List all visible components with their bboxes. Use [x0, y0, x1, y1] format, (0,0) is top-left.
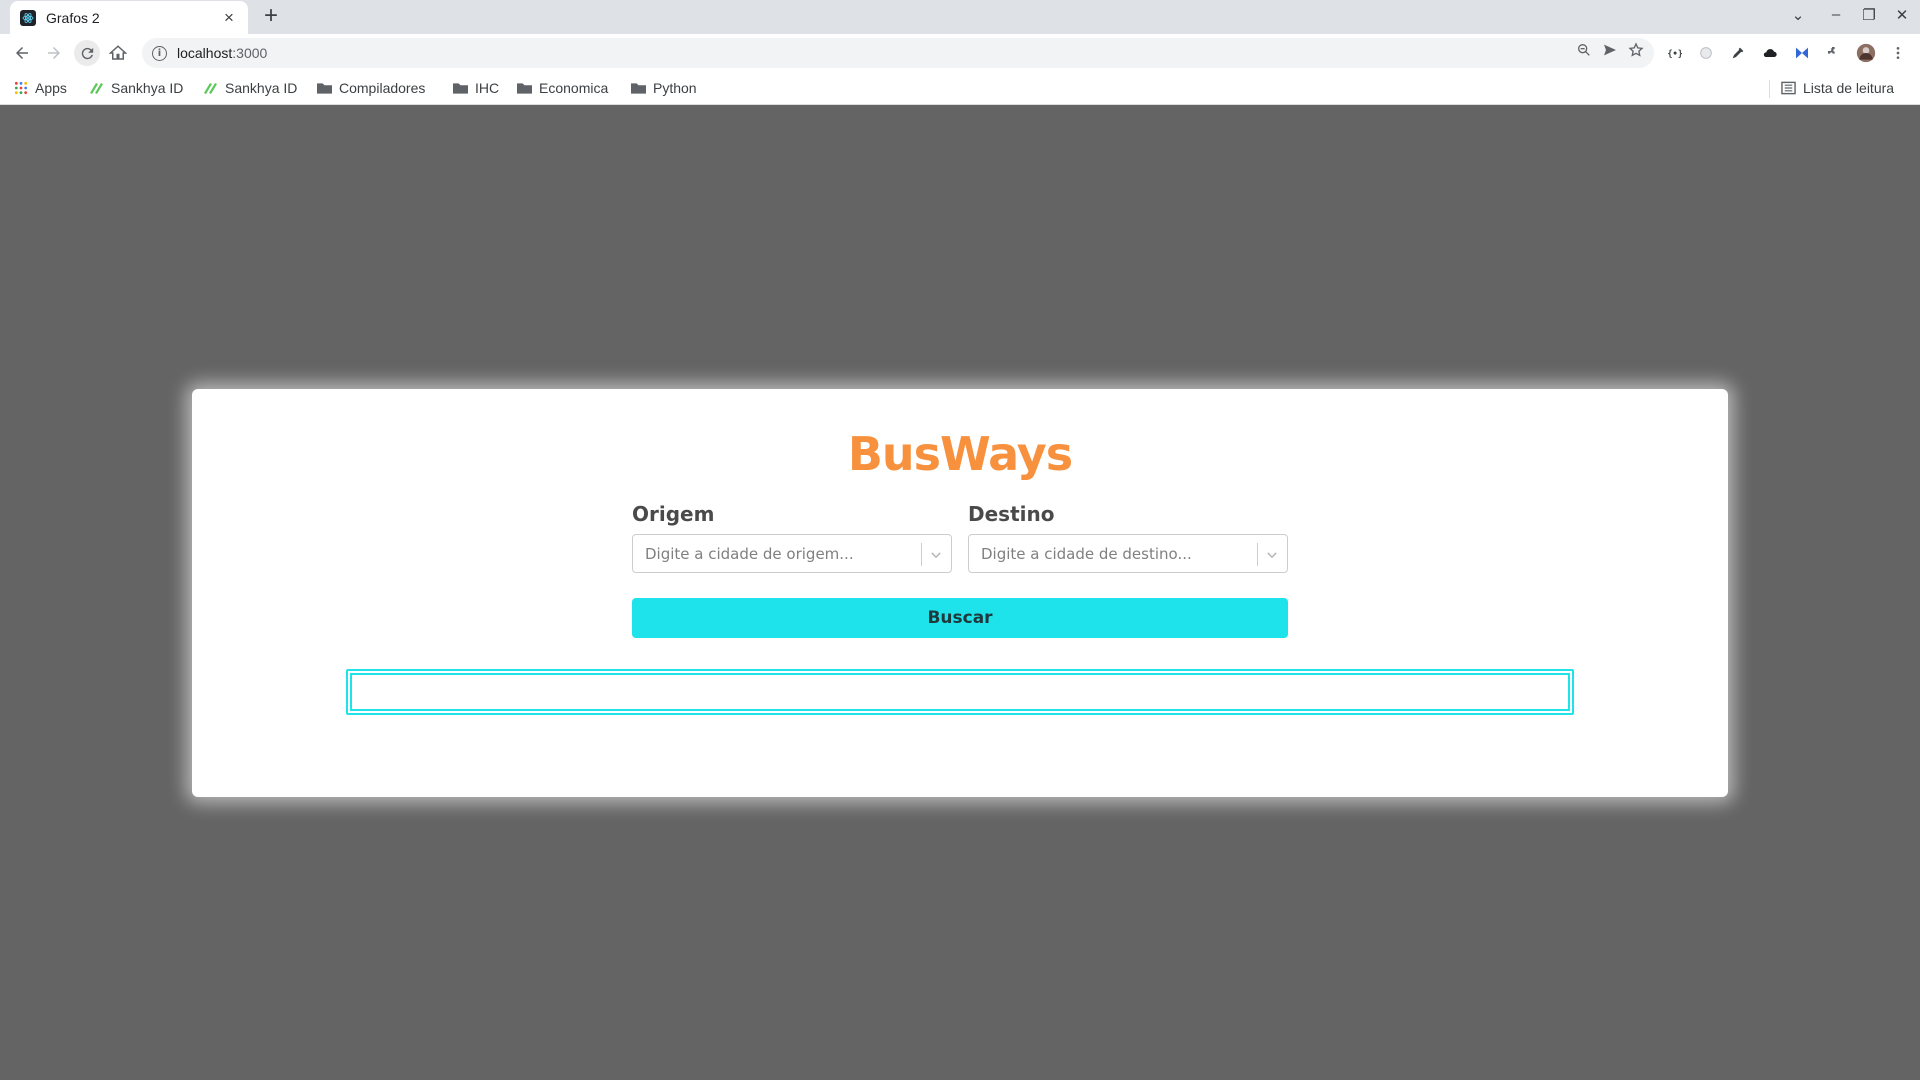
reload-icon[interactable] — [74, 40, 100, 66]
svg-text:{•}: {•} — [1667, 49, 1682, 59]
tab-strip: Grafos 2 × + ⌄ – ❐ ✕ — [0, 0, 1920, 34]
tab-search-icon[interactable]: ⌄ — [1788, 6, 1808, 24]
bookmark-folder-economica[interactable]: Economica — [517, 72, 608, 104]
bookmark-sankhya-2[interactable]: Sankhya ID — [202, 72, 297, 104]
extension-circle-icon[interactable] — [1696, 43, 1716, 63]
bookmarks-bar: Apps Sankhya ID Sankhya ID Compiladores … — [0, 72, 1920, 105]
bookmark-apps[interactable]: Apps — [14, 72, 67, 104]
bookmark-star-icon[interactable] — [1628, 42, 1644, 63]
cloud-icon[interactable] — [1760, 43, 1780, 63]
results-panel — [346, 669, 1574, 715]
bookmark-folder-ihc[interactable]: IHC — [453, 72, 499, 104]
reading-list-icon — [1781, 81, 1796, 95]
home-icon[interactable] — [106, 41, 130, 65]
send-icon[interactable] — [1602, 42, 1618, 63]
minimize-icon[interactable]: – — [1826, 6, 1846, 23]
origin-label: Origem — [632, 502, 715, 526]
bookmark-label: Economica — [539, 80, 609, 96]
chevron-down-icon[interactable] — [929, 548, 943, 562]
destination-label: Destino — [968, 502, 1055, 526]
site-info-icon[interactable]: i — [152, 45, 167, 61]
bookmark-label: Apps — [35, 80, 67, 96]
reading-list-label: Lista de leitura — [1803, 80, 1895, 96]
select-separator — [921, 543, 922, 566]
zoom-icon[interactable] — [1576, 42, 1592, 63]
origin-placeholder: Digite a cidade de origem... — [645, 545, 854, 563]
search-button[interactable]: Buscar — [632, 598, 1288, 638]
destination-placeholder: Digite a cidade de destino... — [981, 545, 1192, 563]
back-icon[interactable] — [10, 41, 34, 65]
browser-toolbar: i localhost:3000 {•} — [0, 34, 1920, 72]
folder-icon — [453, 82, 468, 94]
extension-butterfly-icon[interactable] — [1792, 43, 1812, 63]
bookmark-label: Compiladores — [339, 80, 426, 96]
bookmarks-divider — [1769, 80, 1770, 98]
folder-icon — [317, 82, 332, 94]
bookmark-label: Sankhya ID — [225, 80, 298, 96]
tab-close-icon[interactable]: × — [220, 8, 238, 28]
chrome-menu-icon[interactable] — [1888, 43, 1908, 63]
busways-logo: BusWays — [847, 427, 1073, 481]
address-bar[interactable]: i localhost:3000 — [142, 38, 1654, 68]
restore-icon[interactable]: ❐ — [1859, 6, 1879, 24]
bookmark-label: Python — [653, 80, 697, 96]
profile-avatar[interactable] — [1856, 43, 1876, 63]
folder-icon — [517, 82, 532, 94]
omnibox-actions — [1576, 42, 1644, 63]
extensions-puzzle-icon[interactable] — [1824, 43, 1844, 63]
folder-icon — [631, 82, 646, 94]
chevron-down-icon[interactable] — [1265, 548, 1279, 562]
eyedropper-icon[interactable] — [1728, 43, 1748, 63]
forward-icon[interactable] — [42, 41, 66, 65]
select-separator — [1257, 543, 1258, 566]
reading-list-button[interactable]: Lista de leitura — [1781, 72, 1894, 104]
sankhya-icon — [202, 81, 218, 95]
url-port: :3000 — [232, 45, 268, 61]
react-favicon-icon — [20, 9, 36, 26]
browser-tab[interactable]: Grafos 2 × — [10, 1, 248, 34]
bookmark-sankhya-1[interactable]: Sankhya ID — [88, 72, 183, 104]
new-tab-button[interactable]: + — [258, 4, 284, 30]
sankhya-icon — [88, 81, 104, 95]
destination-select[interactable]: Digite a cidade de destino... — [968, 534, 1288, 573]
bookmark-label: IHC — [475, 80, 500, 96]
bookmark-folder-compiladores[interactable]: Compiladores — [317, 72, 425, 104]
origin-select[interactable]: Digite a cidade de origem... — [632, 534, 952, 573]
tab-title: Grafos 2 — [46, 9, 100, 26]
search-card: BusWays Origem Digite a cidade de origem… — [192, 389, 1728, 797]
close-window-icon[interactable]: ✕ — [1892, 6, 1912, 24]
bookmark-label: Sankhya ID — [111, 80, 184, 96]
extension-braces-icon[interactable]: {•} — [1664, 43, 1684, 63]
bookmark-folder-python[interactable]: Python — [631, 72, 697, 104]
url-host: localhost — [177, 45, 233, 61]
apps-grid-icon — [14, 81, 28, 95]
